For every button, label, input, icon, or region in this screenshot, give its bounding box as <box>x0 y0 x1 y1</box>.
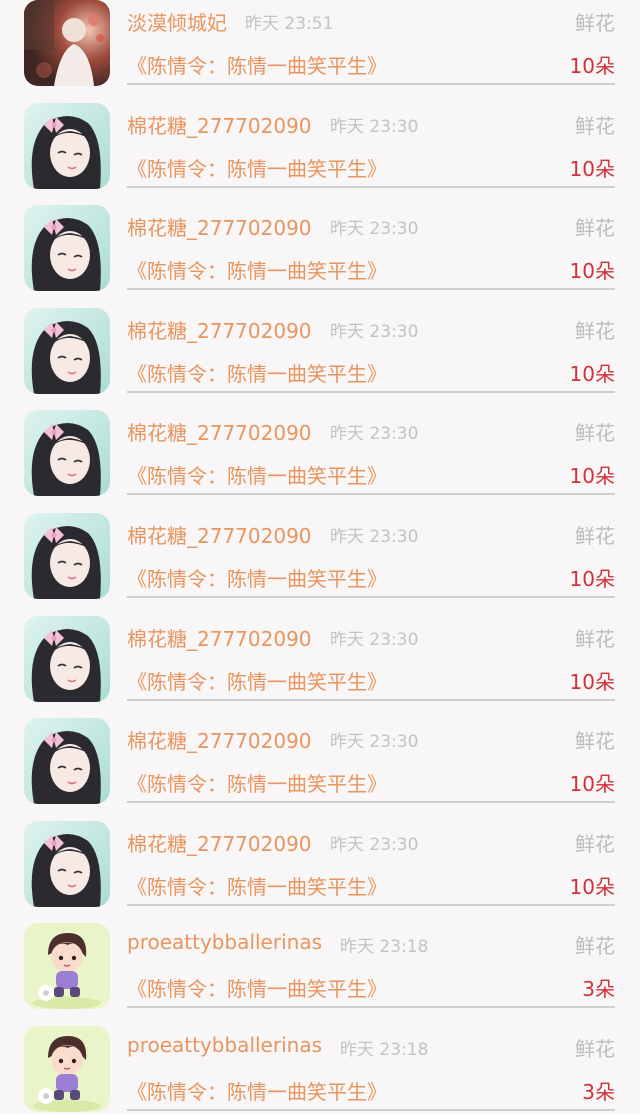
row-divider <box>127 801 615 804</box>
user-avatar[interactable] <box>24 820 110 907</box>
user-name[interactable]: 棉花糖_277702090 <box>127 623 312 652</box>
user-avatar[interactable] <box>24 102 110 189</box>
gift-record-row[interactable]: 棉花糖_277702090 昨天 23:30 鲜花《陈情令：陈情一曲笑平生》 10朵 <box>0 395 640 498</box>
gift-time: 昨天 23:30 <box>330 629 419 650</box>
book-title[interactable]: 《陈情令：陈情一曲笑平生》 <box>127 460 387 489</box>
gift-type-label: 鲜花 <box>575 216 615 241</box>
gift-record-row[interactable]: 棉花糖_277702090 昨天 23:30 鲜花《陈情令：陈情一曲笑平生》 10朵 <box>0 190 640 293</box>
user-avatar[interactable] <box>24 512 110 599</box>
user-avatar[interactable] <box>24 1025 110 1112</box>
gift-type-label: 鲜花 <box>575 421 615 446</box>
user-avatar[interactable] <box>24 0 110 86</box>
gift-count: 10朵 <box>569 156 615 181</box>
row-divider <box>127 1108 615 1111</box>
gift-time: 昨天 23:18 <box>340 1039 429 1060</box>
user-avatar[interactable] <box>24 923 110 1010</box>
book-title[interactable]: 《陈情令：陈情一曲笑平生》 <box>127 871 387 900</box>
user-avatar[interactable] <box>24 615 110 702</box>
user-name[interactable]: 棉花糖_277702090 <box>127 315 312 344</box>
user-name[interactable]: 棉花糖_277702090 <box>127 110 312 139</box>
gift-record-row[interactable]: 棉花糖_277702090 昨天 23:30 鲜花《陈情令：陈情一曲笑平生》 10朵 <box>0 806 640 909</box>
row-divider <box>127 83 615 85</box>
user-name[interactable]: 淡漠倾城妃 <box>127 7 227 36</box>
user-avatar[interactable] <box>24 718 110 805</box>
gift-type-label: 鲜花 <box>575 318 615 343</box>
user-name[interactable]: proeattybballerinas <box>127 1033 322 1057</box>
book-title[interactable]: 《陈情令：陈情一曲笑平生》 <box>127 973 387 1002</box>
row-divider <box>127 595 615 598</box>
gift-record-row[interactable]: proeattybballerinas 昨天 23:18 鲜花《陈情令：陈情一曲笑平… <box>0 1011 640 1114</box>
gift-record-row[interactable]: proeattybballerinas 昨天 23:18 鲜花《陈情令：陈情一曲笑平… <box>0 908 640 1011</box>
gift-count: 10朵 <box>569 874 615 899</box>
gift-count: 10朵 <box>569 259 615 284</box>
gift-record-row[interactable]: 棉花糖_277702090 昨天 23:30 鲜花《陈情令：陈情一曲笑平生》 10朵 <box>0 601 640 704</box>
row-divider <box>127 185 615 188</box>
row-divider <box>127 698 615 701</box>
gift-record-row[interactable]: 棉花糖_277702090 昨天 23:30 鲜花《陈情令：陈情一曲笑平生》 10朵 <box>0 88 640 191</box>
gift-count: 10朵 <box>569 772 615 797</box>
gift-time: 昨天 23:18 <box>340 937 429 958</box>
book-title[interactable]: 《陈情令：陈情一曲笑平生》 <box>127 666 387 695</box>
gift-time: 昨天 23:30 <box>330 424 419 445</box>
row-divider <box>127 390 615 393</box>
book-title[interactable]: 《陈情令：陈情一曲笑平生》 <box>127 563 387 592</box>
gift-count: 10朵 <box>569 566 615 591</box>
user-name[interactable]: 棉花糖_277702090 <box>127 828 312 857</box>
gift-type-label: 鲜花 <box>575 729 615 754</box>
user-name[interactable]: 棉花糖_277702090 <box>127 725 312 754</box>
book-title[interactable]: 《陈情令：陈情一曲笑平生》 <box>127 1076 387 1105</box>
row-divider <box>127 1006 615 1009</box>
row-divider <box>127 493 615 496</box>
gift-type-label: 鲜花 <box>575 113 615 138</box>
row-divider <box>127 903 615 906</box>
gift-count: 10朵 <box>569 464 615 489</box>
gift-type-label: 鲜花 <box>575 1036 615 1061</box>
book-title[interactable]: 《陈情令：陈情一曲笑平生》 <box>127 358 387 387</box>
user-avatar[interactable] <box>24 307 110 394</box>
user-name[interactable]: 棉花糖_277702090 <box>127 212 312 241</box>
book-title[interactable]: 《陈情令：陈情一曲笑平生》 <box>127 50 387 79</box>
row-divider <box>127 288 615 291</box>
gift-count: 10朵 <box>569 669 615 694</box>
gift-time: 昨天 23:30 <box>330 526 419 547</box>
gift-time: 昨天 23:30 <box>330 834 419 855</box>
gift-count: 3朵 <box>582 977 615 1002</box>
gift-type-label: 鲜花 <box>575 11 615 35</box>
gift-time: 昨天 23:30 <box>330 116 419 137</box>
book-title[interactable]: 《陈情令：陈情一曲笑平生》 <box>127 153 387 182</box>
gift-time: 昨天 23:30 <box>330 732 419 753</box>
gift-record-row[interactable]: 棉花糖_277702090 昨天 23:30 鲜花《陈情令：陈情一曲笑平生》 10朵 <box>0 498 640 601</box>
user-avatar[interactable] <box>24 410 110 497</box>
gift-time: 昨天 23:51 <box>245 14 334 34</box>
gift-count: 3朵 <box>582 1079 615 1104</box>
book-title[interactable]: 《陈情令：陈情一曲笑平生》 <box>127 255 387 284</box>
gift-record-row[interactable]: 棉花糖_277702090 昨天 23:30 鲜花《陈情令：陈情一曲笑平生》 10朵 <box>0 703 640 806</box>
gift-record-row[interactable]: 淡漠倾城妃 昨天 23:51 鲜花《陈情令：陈情一曲笑平生》 10朵 <box>0 0 640 88</box>
gift-record-list[interactable]: 淡漠倾城妃 昨天 23:51 鲜花 《陈情令：陈情一曲笑平生》 10朵 棉花糖_2777… <box>0 0 640 1114</box>
gift-time: 昨天 23:30 <box>330 219 419 240</box>
book-title[interactable]: 《陈情令：陈情一曲笑平生》 <box>127 768 387 797</box>
user-name[interactable]: 棉花糖_277702090 <box>127 417 312 446</box>
gift-record-row[interactable]: 棉花糖_277702090 昨天 23:30 鲜花《陈情令：陈情一曲笑平生》 10朵 <box>0 293 640 396</box>
gift-count: 10朵 <box>569 54 615 78</box>
gift-type-label: 鲜花 <box>575 831 615 856</box>
user-name[interactable]: proeattybballerinas <box>127 930 322 954</box>
gift-time: 昨天 23:30 <box>330 321 419 342</box>
gift-type-label: 鲜花 <box>575 934 615 959</box>
gift-count: 10朵 <box>569 361 615 386</box>
gift-type-label: 鲜花 <box>575 523 615 548</box>
gift-type-label: 鲜花 <box>575 626 615 651</box>
user-avatar[interactable] <box>24 205 110 292</box>
user-name[interactable]: 棉花糖_277702090 <box>127 520 312 549</box>
